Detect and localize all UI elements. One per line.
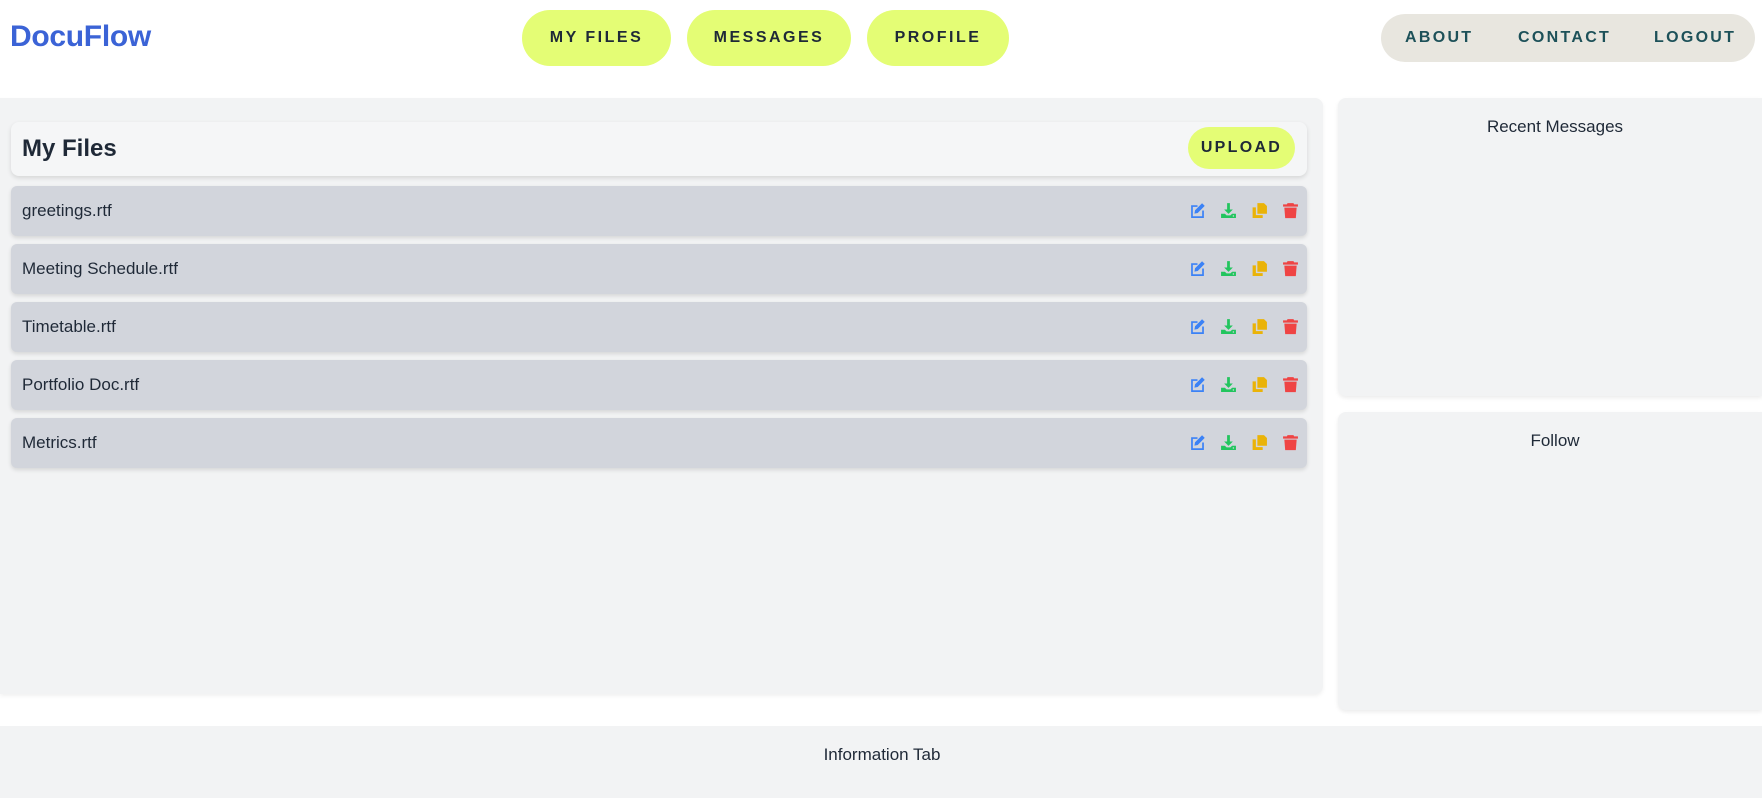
trash-icon[interactable] (1282, 318, 1299, 335)
copy-icon[interactable] (1251, 260, 1268, 277)
nav-contact-link[interactable]: CONTACT (1518, 29, 1654, 47)
upload-button[interactable]: UPLOAD (1188, 127, 1295, 169)
files-header: My Files UPLOAD (11, 122, 1307, 176)
download-icon[interactable] (1220, 260, 1237, 277)
file-actions (1189, 434, 1299, 451)
file-row[interactable]: Meeting Schedule.rtf (11, 244, 1307, 294)
file-name: Timetable.rtf (22, 317, 116, 336)
file-actions (1189, 202, 1299, 219)
aux-nav: ABOUT CONTACT LOGOUT (1381, 14, 1755, 62)
download-icon[interactable] (1220, 318, 1237, 335)
file-name: Meeting Schedule.rtf (22, 259, 178, 278)
file-name: greetings.rtf (22, 201, 112, 220)
files-panel: My Files UPLOAD greetings.rtf Meeting Sch… (0, 98, 1323, 694)
nav-about-link[interactable]: ABOUT (1405, 29, 1518, 47)
trash-icon[interactable] (1282, 434, 1299, 451)
app-logo[interactable]: DocuFlow (10, 20, 151, 54)
file-list: greetings.rtf Meeting Schedule.rtf Timetab… (11, 186, 1307, 476)
trash-icon[interactable] (1282, 202, 1299, 219)
file-row[interactable]: Timetable.rtf (11, 302, 1307, 352)
top-header: DocuFlow MY FILES MESSAGES PROFILE ABOUT… (0, 0, 1762, 78)
recent-messages-panel: Recent Messages (1338, 98, 1762, 396)
file-row[interactable]: greetings.rtf (11, 186, 1307, 236)
download-icon[interactable] (1220, 376, 1237, 393)
download-icon[interactable] (1220, 202, 1237, 219)
footer-info-tab[interactable]: Information Tab (0, 745, 1762, 765)
edit-icon[interactable] (1189, 260, 1206, 277)
file-actions (1189, 260, 1299, 277)
file-actions (1189, 376, 1299, 393)
follow-panel: Follow (1338, 412, 1762, 710)
file-row[interactable]: Metrics.rtf (11, 418, 1307, 468)
copy-icon[interactable] (1251, 376, 1268, 393)
file-name: Portfolio Doc.rtf (22, 375, 140, 394)
edit-icon[interactable] (1189, 376, 1206, 393)
copy-icon[interactable] (1251, 318, 1268, 335)
file-actions (1189, 318, 1299, 335)
footer: Information Tab (0, 726, 1762, 798)
trash-icon[interactable] (1282, 260, 1299, 277)
download-icon[interactable] (1220, 434, 1237, 451)
recent-messages-title: Recent Messages (1486, 117, 1624, 136)
file-name: Metrics.rtf (22, 433, 97, 452)
nav-profile-button[interactable]: PROFILE (867, 10, 1009, 66)
edit-icon[interactable] (1189, 434, 1206, 451)
trash-icon[interactable] (1282, 376, 1299, 393)
edit-icon[interactable] (1189, 202, 1206, 219)
edit-icon[interactable] (1189, 318, 1206, 335)
copy-icon[interactable] (1251, 434, 1268, 451)
page-title: My Files (22, 135, 117, 162)
copy-icon[interactable] (1251, 202, 1268, 219)
nav-logout-link[interactable]: LOGOUT (1654, 29, 1736, 47)
nav-my-files-button[interactable]: MY FILES (522, 10, 671, 66)
main-nav: MY FILES MESSAGES PROFILE (522, 10, 1009, 66)
nav-messages-button[interactable]: MESSAGES (687, 10, 851, 66)
follow-title: Follow (1530, 431, 1580, 450)
file-row[interactable]: Portfolio Doc.rtf (11, 360, 1307, 410)
